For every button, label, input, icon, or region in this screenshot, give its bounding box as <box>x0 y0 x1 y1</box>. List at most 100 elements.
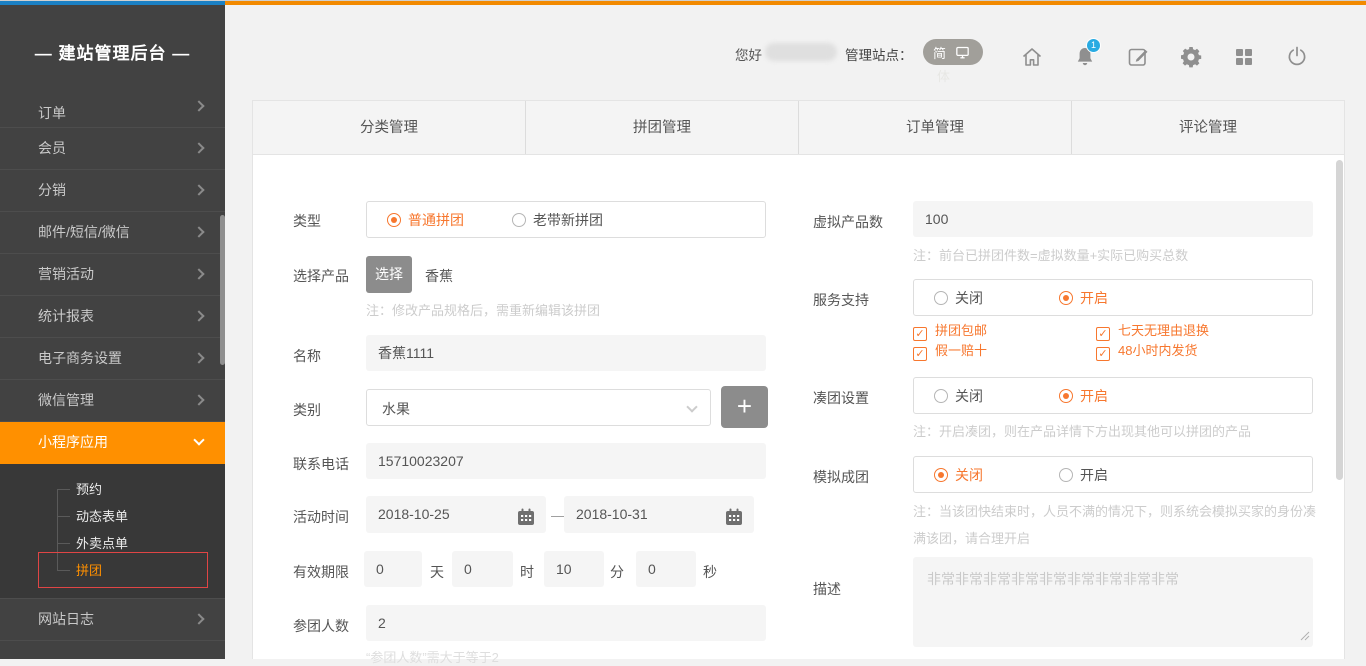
end-date-input[interactable]: 2018-10-31 <box>564 496 754 533</box>
checkbox-48h-shipping[interactable]: 48小时内发货 <box>1096 340 1197 361</box>
sidebar-item-members[interactable]: 会员 <box>0 128 225 170</box>
start-date-input[interactable]: 2018-10-25 <box>366 496 546 533</box>
calendar-icon[interactable] <box>724 504 744 541</box>
home-icon[interactable] <box>1020 45 1044 69</box>
virtual-count-input[interactable]: 100 <box>913 201 1313 237</box>
sidebar-item-ecommerce-settings[interactable]: 电子商务设置 <box>0 338 225 380</box>
chevron-right-icon <box>193 352 204 363</box>
tab-category-management[interactable]: 分类管理 <box>253 101 525 154</box>
tab-groupbuy-management[interactable]: 拼团管理 <box>525 101 798 154</box>
type-label: 类型 <box>293 211 321 231</box>
select-chevron-icon <box>686 401 697 412</box>
power-icon[interactable] <box>1285 45 1309 69</box>
sidebar-item-distribution[interactable]: 分销 <box>0 170 225 212</box>
radio-simulate-on[interactable]: 开启 <box>1059 465 1108 485</box>
sidebar-item-label: 微信管理 <box>38 392 94 408</box>
tab-review-management[interactable]: 评论管理 <box>1071 101 1344 154</box>
add-category-button[interactable]: + <box>721 386 768 428</box>
radio-gather-off[interactable]: 关闭 <box>934 386 983 406</box>
duration-hours-unit: 时 <box>520 562 534 582</box>
phone-label: 联系电话 <box>293 454 349 474</box>
sidebar-scrollbar[interactable] <box>220 215 225 365</box>
radio-label: 开启 <box>1080 467 1108 483</box>
content-scrollbar[interactable] <box>1336 160 1343 480</box>
sidebar-item-label: 电子商务设置 <box>38 350 122 366</box>
submenu-item-groupbuy[interactable]: 拼团 <box>0 557 225 584</box>
site-label: 管理站点： <box>845 44 913 64</box>
category-select[interactable]: 水果 <box>366 389 711 426</box>
checkbox-7day-return[interactable]: 七天无理由退换 <box>1096 320 1209 341</box>
sidebar-item-wechat-management[interactable]: 微信管理 <box>0 380 225 422</box>
selection-highlight-box <box>38 552 208 588</box>
chevron-right-icon <box>193 310 204 321</box>
radio-gather-on[interactable]: 开启 <box>1059 386 1108 406</box>
tab-order-management[interactable]: 订单管理 <box>798 101 1071 154</box>
radio-unselected-icon <box>1059 468 1073 482</box>
description-textarea[interactable]: 非常非常非常非常非常非常非常非常非常 <box>913 557 1313 647</box>
phone-input[interactable]: 15710023207 <box>366 443 766 479</box>
radio-service-off[interactable]: 关闭 <box>934 288 983 308</box>
category-label: 类别 <box>293 400 321 420</box>
radio-referral-groupbuy[interactable]: 老带新拼团 <box>512 210 603 230</box>
checkbox-free-shipping[interactable]: 拼团包邮 <box>913 320 987 341</box>
product-value: 香蕉 <box>425 266 453 286</box>
edit-icon[interactable] <box>1126 45 1150 69</box>
gear-icon[interactable] <box>1179 45 1203 69</box>
chevron-right-icon <box>193 100 204 111</box>
submenu-item-dynamic-forms[interactable]: 动态表单 <box>0 503 225 530</box>
duration-seconds-input[interactable]: 0 <box>636 551 696 587</box>
bell-icon[interactable]: 1 <box>1073 45 1097 69</box>
chevron-right-icon <box>193 394 204 405</box>
radio-simulate-off[interactable]: 关闭 <box>934 465 983 485</box>
checkbox-fake-one-pay-ten[interactable]: 假一赔十 <box>913 340 987 361</box>
submenu-item-takeout-ordering[interactable]: 外卖点单 <box>0 530 225 557</box>
duration-days-input[interactable]: 0 <box>364 551 422 587</box>
duration-seconds-unit: 秒 <box>703 562 717 582</box>
radio-service-on[interactable]: 开启 <box>1059 288 1108 308</box>
sidebar-item-label: 分销 <box>38 182 66 198</box>
duration-hours-input[interactable]: 0 <box>452 551 513 587</box>
name-label: 名称 <box>293 346 321 366</box>
name-input[interactable]: 香蕉1111 <box>366 335 766 371</box>
checkbox-label: 拼团包邮 <box>935 323 987 338</box>
radio-normal-groupbuy[interactable]: 普通拼团 <box>387 210 464 230</box>
radio-label: 开启 <box>1080 290 1108 306</box>
apps-grid-icon[interactable] <box>1232 45 1256 69</box>
radio-label: 关闭 <box>955 290 983 306</box>
participants-input[interactable]: 2 <box>366 605 766 641</box>
sidebar-item-orders[interactable]: 订单 <box>0 100 225 128</box>
sidebar-item-label: 网站日志 <box>38 611 94 627</box>
calendar-icon[interactable] <box>516 504 536 541</box>
sidebar-item-site-logs[interactable]: 网站日志 <box>0 599 225 641</box>
checkbox-checked-icon <box>913 347 927 361</box>
sidebar-item-label: 营销活动 <box>38 266 94 282</box>
submenu-item-label: 外卖点单 <box>76 536 128 551</box>
submenu-item-booking[interactable]: 预约 <box>0 476 225 503</box>
language-char: 简 <box>933 43 946 62</box>
chevron-right-icon <box>193 226 204 237</box>
radio-selected-icon <box>934 468 948 482</box>
groupbuy-edit-form: 类型 普通拼团 老带新拼团 选择产品 选择 香蕉 注：修改产品规格后，需重新编辑… <box>253 156 1344 659</box>
participants-note: “参团人数”需大于等于2 <box>366 647 499 666</box>
checkbox-label: 七天无理由退换 <box>1118 323 1209 338</box>
sidebar-item-mail-sms-wechat[interactable]: 邮件/短信/微信 <box>0 212 225 254</box>
sidebar-item-statistics[interactable]: 统计报表 <box>0 296 225 338</box>
sidebar-item-miniprogram-apps[interactable]: 小程序应用 <box>0 422 225 464</box>
radio-unselected-icon <box>934 389 948 403</box>
duration-minutes-input[interactable]: 10 <box>544 551 604 587</box>
app-title: — 建站管理后台 — <box>0 39 225 64</box>
description-label: 描述 <box>813 579 841 599</box>
product-label: 选择产品 <box>293 266 349 286</box>
sidebar-item-label: 订单 <box>38 100 66 127</box>
category-value: 水果 <box>382 399 410 419</box>
choose-product-button[interactable]: 选择 <box>366 256 412 293</box>
sidebar-item-label: 邮件/短信/微信 <box>38 224 130 240</box>
language-toggle-pill[interactable]: 简 <box>923 39 983 65</box>
duration-label: 有效期限 <box>293 562 349 582</box>
resize-handle-icon[interactable] <box>1300 628 1310 644</box>
chevron-right-icon <box>193 142 204 153</box>
sidebar-item-label: 会员 <box>38 140 66 156</box>
radio-label: 关闭 <box>955 467 983 483</box>
sidebar-item-marketing[interactable]: 营销活动 <box>0 254 225 296</box>
sidebar-menu: 订单 会员 分销 邮件/短信/微信 营销活动 统计报表 电子商务设置 微信管理 <box>0 100 225 659</box>
